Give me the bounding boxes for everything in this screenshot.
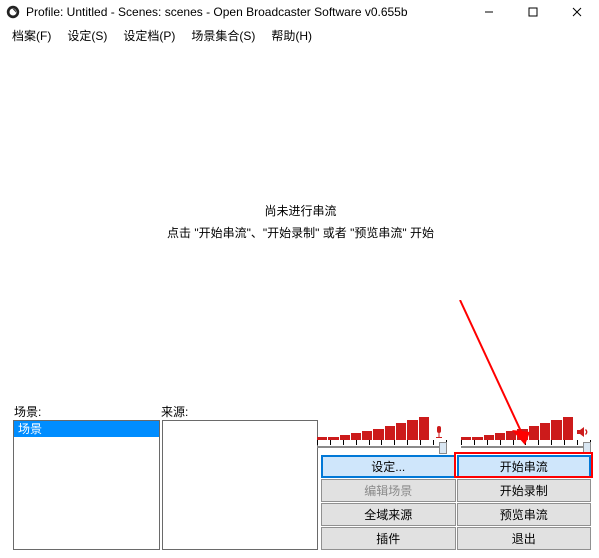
preview-message-line2: 点击 "开始串流"、"开始录制" 或者 "预览串流" 开始 [13, 223, 588, 246]
menu-file[interactable]: 档案(F) [4, 24, 59, 47]
exit-button[interactable]: 退出 [457, 527, 592, 550]
plugins-button[interactable]: 插件 [321, 527, 456, 550]
menu-settings[interactable]: 设定(S) [59, 24, 115, 47]
menu-help[interactable]: 帮助(H) [263, 24, 320, 47]
preview-stream-button[interactable]: 预览串流 [457, 503, 592, 526]
speaker-icon[interactable] [575, 424, 591, 440]
sources-label: 来源: [161, 403, 188, 420]
app-icon [6, 5, 20, 19]
preview-message-line1: 尚未进行串流 [13, 200, 588, 223]
settings-button[interactable]: 设定... [321, 455, 456, 478]
speaker-volume-slider[interactable] [461, 440, 591, 454]
global-sources-button[interactable]: 全域来源 [321, 503, 456, 526]
edit-scene-button[interactable]: 编辑场景 [321, 479, 456, 502]
start-stream-button[interactable]: 开始串流 [457, 455, 592, 478]
menu-scene-collection[interactable]: 场景集合(S) [183, 24, 263, 47]
sources-listbox[interactable] [162, 420, 318, 550]
microphone-icon[interactable] [431, 424, 447, 440]
minimize-button[interactable] [467, 0, 511, 24]
menubar: 档案(F) 设定(S) 设定档(P) 场景集合(S) 帮助(H) [0, 24, 599, 46]
maximize-button[interactable] [511, 0, 555, 24]
mic-volume-meter [317, 415, 447, 440]
window-title: Profile: Untitled - Scenes: scenes - Ope… [26, 5, 408, 19]
start-record-button[interactable]: 开始录制 [457, 479, 592, 502]
scenes-label: 场景: [14, 403, 161, 420]
close-button[interactable] [555, 0, 599, 24]
control-buttons: 设定... 开始串流 编辑场景 开始录制 全域来源 预览串流 插件 退出 [321, 455, 591, 550]
scenes-listbox[interactable]: 场景 [13, 420, 160, 550]
speaker-volume-meter [461, 415, 591, 440]
scene-list-item[interactable]: 场景 [14, 421, 159, 437]
menu-profile[interactable]: 设定档(P) [115, 24, 183, 47]
titlebar: Profile: Untitled - Scenes: scenes - Ope… [0, 0, 599, 24]
mic-volume-slider[interactable] [317, 440, 447, 454]
preview-canvas: 尚未进行串流 点击 "开始串流"、"开始录制" 或者 "预览串流" 开始 [13, 49, 588, 396]
